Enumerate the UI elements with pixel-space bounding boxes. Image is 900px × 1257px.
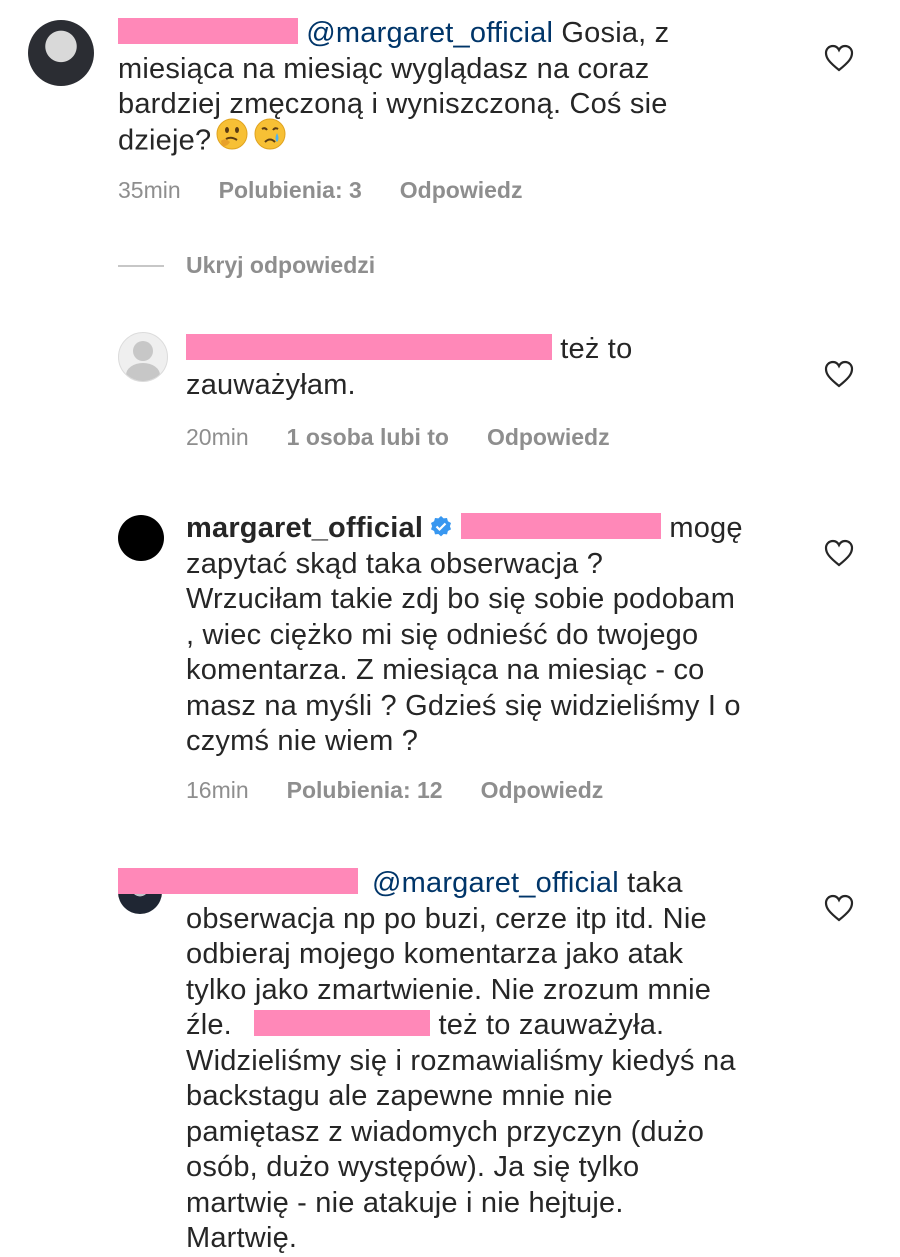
likes-count[interactable]: Polubienia: 3: [219, 177, 362, 204]
divider: [118, 264, 164, 267]
heart-outline-icon[interactable]: [824, 360, 854, 388]
timestamp: 20min: [186, 424, 249, 450]
reply-button[interactable]: Odpowiedz: [400, 177, 523, 204]
reply-button[interactable]: Odpowiedz: [481, 777, 604, 804]
redacted-mention: [254, 1010, 431, 1037]
heart-outline-icon[interactable]: [824, 894, 854, 922]
comment-text: margaret_official mogę zapytać skąd taka…: [186, 512, 743, 757]
hide-replies-button[interactable]: Ukryj odpowiedzi: [118, 252, 375, 279]
mention-link[interactable]: @margaret_official: [372, 867, 619, 899]
comment-text: też to zauważyłam.: [186, 333, 633, 401]
thinking-face-icon: [215, 117, 249, 161]
avatar-placeholder[interactable]: [118, 332, 168, 382]
comment-meta: 35min Polubienia: 3 Odpowiedz: [118, 177, 522, 204]
timestamp: 35min: [118, 177, 181, 203]
reply-button[interactable]: Odpowiedz: [487, 424, 610, 451]
crying-face-icon: [253, 117, 287, 161]
username-link[interactable]: margaret_official: [186, 512, 423, 544]
comment-text: @margaret_official taka obserwacja np po…: [186, 867, 736, 1254]
likes-count[interactable]: Polubienia: 12: [287, 777, 443, 804]
avatar[interactable]: [28, 20, 94, 86]
redacted-mention: [461, 513, 662, 540]
redacted-username: [186, 334, 552, 361]
likes-count[interactable]: 1 osoba lubi to: [287, 424, 449, 451]
comment-meta: 16min Polubienia: 12 Odpowiedz: [186, 777, 603, 804]
heart-outline-icon[interactable]: [824, 539, 854, 567]
timestamp: 16min: [186, 777, 249, 803]
comment-text: @margaret_official Gosia, z miesiąca na …: [118, 16, 818, 160]
avatar[interactable]: [118, 515, 164, 561]
mention-link[interactable]: @margaret_official: [306, 17, 553, 49]
heart-outline-icon[interactable]: [824, 44, 854, 72]
redacted-username: [118, 18, 298, 45]
comment-meta: 20min 1 osoba lubi to Odpowiedz: [186, 424, 610, 451]
verified-badge-icon: [431, 516, 452, 537]
